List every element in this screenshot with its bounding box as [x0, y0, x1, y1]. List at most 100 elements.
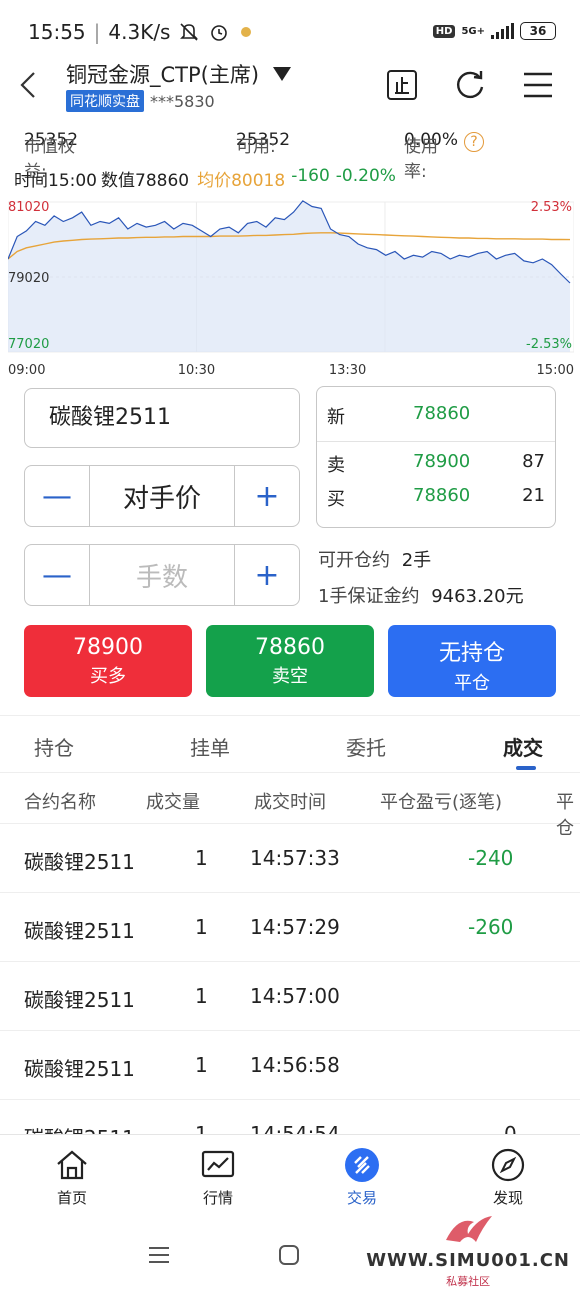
broker-tag: 同花顺实盘: [66, 90, 144, 112]
close-position-button[interactable]: 无持仓 平仓: [388, 625, 556, 697]
row-contract: 碳酸锂2511: [24, 850, 135, 874]
bid-volume: 21: [522, 485, 545, 506]
tab-positions[interactable]: 持仓: [34, 732, 74, 761]
col-qty: 成交量: [146, 792, 200, 813]
refresh-icon[interactable]: [452, 67, 488, 103]
row-pl: -240: [468, 846, 514, 870]
chart-change: -160: [291, 166, 330, 186]
signal-icon: [491, 23, 514, 39]
row-contract: 碳酸锂2511: [24, 1057, 135, 1081]
row-qty: 1: [195, 915, 208, 939]
row-time: 14:57:33: [250, 846, 340, 870]
watermark-emblem-icon: [446, 1216, 493, 1242]
account-number: ***5830: [150, 91, 215, 111]
nav-trade-label: 交易: [346, 1189, 377, 1207]
price-minus-button[interactable]: —: [25, 466, 89, 526]
watermark-logo: WWW.SIMU001.CN 私募社区: [366, 1212, 570, 1289]
app-notify-icon: [241, 27, 252, 37]
price-stepper: — 对手价 +: [24, 465, 300, 527]
quote-bid-row[interactable]: 买 78860 21: [327, 485, 545, 515]
row-qty: 1: [195, 846, 208, 870]
stop-loss-icon[interactable]: [384, 67, 420, 103]
col-time: 成交时间: [254, 792, 326, 813]
margin-value: 9463.20元: [431, 586, 524, 607]
active-tab-indicator: [516, 766, 536, 770]
back-icon[interactable]: [18, 69, 38, 109]
compass-icon: [491, 1148, 525, 1182]
row-qty: 1: [195, 984, 208, 1008]
chart-avg: 均价80018: [197, 171, 286, 191]
battery-icon: 36: [520, 22, 556, 40]
pct-tick-label: -2.53%: [526, 337, 572, 352]
quantity-stepper: — 手数 +: [24, 544, 300, 606]
home-circle-icon[interactable]: [278, 1244, 300, 1266]
sell-label: 卖空: [272, 666, 308, 687]
quote-ask-row[interactable]: 卖 78900 87: [327, 451, 545, 481]
equity-bar: 市值权益: 25352 可用: 25352 使用率: 0.00% ?: [0, 128, 580, 182]
buy-long-button[interactable]: 78900 买多: [24, 625, 192, 697]
y-tick-label: 81020: [8, 200, 49, 215]
close-title: 无持仓: [438, 641, 505, 666]
market-chart-icon: [201, 1150, 235, 1178]
chart-svg: 81020 79020 77020 2.53% -2.53% 09:00 10:30 13:3…: [7, 200, 575, 378]
margin-info: 1手保证金约 9463.20元: [318, 582, 524, 608]
mute-icon: [180, 23, 199, 41]
home-icon: [57, 1150, 87, 1180]
open-capacity: 可开仓约 2手: [318, 546, 431, 572]
table-row[interactable]: 碳酸锂2511 1 14:57:33 -240: [0, 824, 580, 893]
tab-fills[interactable]: 成交: [503, 732, 543, 761]
trade-icon: [345, 1148, 379, 1182]
quote-panel: 新 78860 卖 78900 87 买 78860 21: [316, 386, 556, 528]
qty-plus-button[interactable]: +: [235, 545, 299, 605]
qty-minus-button[interactable]: —: [25, 545, 89, 605]
quote-new-row: 新 78860: [327, 403, 545, 433]
table-row[interactable]: 碳酸锂2511 1 14:56:58: [0, 1031, 580, 1100]
nav-market[interactable]: 行情: [168, 1147, 268, 1208]
recents-icon[interactable]: [148, 1246, 170, 1264]
menu-icon[interactable]: [520, 67, 556, 103]
row-qty: 1: [195, 1053, 208, 1077]
account-title[interactable]: 铜冠金源_CTP(主席): [66, 59, 292, 89]
contract-input[interactable]: 碳酸锂2511: [24, 388, 300, 448]
hd-icon: HD: [432, 24, 456, 38]
watermark-site: WWW.SIMU001.CN: [366, 1250, 570, 1271]
qty-input[interactable]: 手数: [89, 545, 235, 605]
fills-table-header: 合约名称 成交量 成交时间 平仓盈亏(逐笔) 平仓: [0, 776, 580, 839]
nav-discover[interactable]: 发现: [458, 1147, 558, 1208]
nav-market-label: 行情: [202, 1189, 233, 1207]
row-time: 14:57:00: [250, 984, 340, 1008]
status-speed: 4.3K/s: [108, 20, 171, 44]
nav-discover-label: 发现: [492, 1189, 523, 1207]
x-tick-label: 15:00: [537, 363, 574, 376]
dropdown-caret-icon[interactable]: [273, 67, 292, 81]
tab-pending[interactable]: 挂单: [190, 732, 230, 761]
sell-short-button[interactable]: 78860 卖空: [206, 625, 374, 697]
chart-value: 数值78860: [101, 171, 190, 191]
nav-home[interactable]: 首页: [22, 1147, 122, 1208]
watermark-sub: 私募社区: [446, 1275, 491, 1288]
trade-tabs: 持仓 挂单 委托 成交: [0, 715, 580, 773]
new-price: 78860: [413, 403, 471, 424]
nav-trade[interactable]: 交易: [312, 1147, 412, 1208]
price-plus-button[interactable]: +: [235, 466, 299, 526]
open-label: 可开仓约: [318, 550, 390, 571]
page-title: 铜冠金源_CTP(主席): [66, 63, 260, 87]
intraday-chart[interactable]: 81020 79020 77020 2.53% -2.53% 09:00 10:30 13:3…: [7, 190, 575, 378]
nav-home-label: 首页: [56, 1189, 87, 1207]
table-row[interactable]: 碳酸锂2511 1 14:57:00: [0, 962, 580, 1031]
new-label: 新: [327, 407, 345, 428]
row-pl: -260: [468, 915, 514, 939]
margin-label: 1手保证金约: [318, 586, 420, 607]
battery-level: 36: [529, 24, 547, 38]
x-tick-label: 13:30: [329, 363, 366, 376]
network-type: 5G+: [461, 25, 485, 37]
table-row[interactable]: 碳酸锂2511 1 14:57:29 -260: [0, 893, 580, 962]
sell-price: 78860: [255, 635, 325, 660]
price-mode[interactable]: 对手价: [89, 466, 235, 526]
tab-orders[interactable]: 委托: [346, 732, 386, 761]
alarm-icon: [211, 25, 228, 41]
chart-time: 时间15:00: [14, 171, 97, 191]
status-bar: 15:55 | 4.3K/s HD 5G+ 36: [0, 0, 580, 62]
help-icon[interactable]: ?: [464, 132, 485, 152]
chart-info: 时间15:00 数值78860 均价80018 -160 -0.20%: [14, 166, 396, 191]
